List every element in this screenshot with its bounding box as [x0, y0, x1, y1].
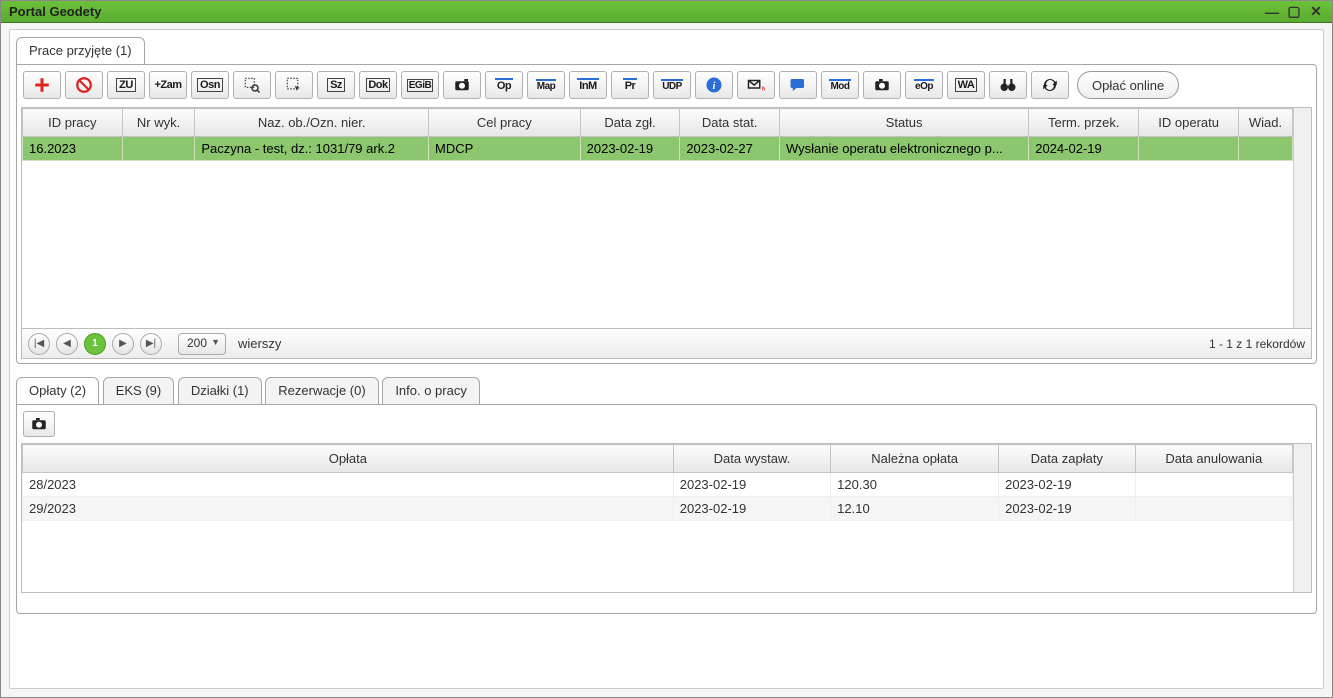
- page-size-select[interactable]: 200: [178, 333, 226, 355]
- tab-prace-przyjete[interactable]: Prace przyjęte (1): [16, 37, 145, 64]
- page-first-button[interactable]: |◀: [28, 333, 50, 355]
- tab-info[interactable]: Info. o pracy: [382, 377, 480, 404]
- toolbar: ZU +Zam Osn Sz Dok EGiB Op Map InM Pr UD…: [21, 69, 1312, 101]
- col-term[interactable]: Term. przek.: [1029, 109, 1139, 137]
- grid-header-row: ID pracy Nr wyk. Naz. ob./Ozn. nier. Cel…: [23, 109, 1293, 137]
- zam-button[interactable]: +Zam: [149, 71, 187, 99]
- table-row[interactable]: 16.2023 Paczyna - test, dz.: 1031/79 ark…: [23, 137, 1293, 161]
- chat-button[interactable]: [779, 71, 817, 99]
- col-wiad[interactable]: Wiad.: [1238, 109, 1292, 137]
- egib-button[interactable]: EGiB: [401, 71, 439, 99]
- col-stat[interactable]: Data stat.: [680, 109, 780, 137]
- sub-camera-button[interactable]: [23, 411, 55, 437]
- add-button[interactable]: [23, 71, 61, 99]
- tab-eks[interactable]: EKS (9): [103, 377, 175, 404]
- tab-dzialki[interactable]: Działki (1): [178, 377, 262, 404]
- zu-button[interactable]: ZU: [107, 71, 145, 99]
- maximize-button[interactable]: ▢: [1286, 4, 1302, 20]
- eop-button[interactable]: eOp: [905, 71, 943, 99]
- table-row[interactable]: 29/20232023-02-1912.102023-02-19: [23, 497, 1293, 521]
- wa-button[interactable]: WA: [947, 71, 985, 99]
- scol-nalezna[interactable]: Należna opłata: [831, 445, 999, 473]
- col-oper[interactable]: ID operatu: [1139, 109, 1239, 137]
- page-next-button[interactable]: ▶: [112, 333, 134, 355]
- sz-button[interactable]: Sz: [317, 71, 355, 99]
- close-button[interactable]: ✕: [1308, 4, 1324, 20]
- sub-grid: Opłata Data wystaw. Należna opłata Data …: [21, 443, 1312, 593]
- main-panel: ZU +Zam Osn Sz Dok EGiB Op Map InM Pr UD…: [16, 64, 1317, 364]
- table-row[interactable]: 28/20232023-02-19120.302023-02-19: [23, 473, 1293, 497]
- page-last-button[interactable]: ▶|: [140, 333, 162, 355]
- sub-grid-header: Opłata Data wystaw. Należna opłata Data …: [23, 445, 1293, 473]
- scol-anul[interactable]: Data anulowania: [1135, 445, 1292, 473]
- svg-text:NEW: NEW: [762, 86, 765, 92]
- cancel-button[interactable]: [65, 71, 103, 99]
- col-status[interactable]: Status: [780, 109, 1029, 137]
- pr-button[interactable]: Pr: [611, 71, 649, 99]
- col-id[interactable]: ID pracy: [23, 109, 123, 137]
- scol-zaplaty[interactable]: Data zapłaty: [999, 445, 1135, 473]
- mail-new-button[interactable]: NEW: [737, 71, 775, 99]
- camera-button[interactable]: [443, 71, 481, 99]
- pager-summary: 1 - 1 z 1 rekordów: [1209, 337, 1305, 351]
- sub-grid-scrollbar[interactable]: [1293, 444, 1311, 592]
- page-prev-button[interactable]: ◀: [56, 333, 78, 355]
- main-tabstrip: Prace przyjęte (1): [16, 36, 1317, 64]
- inm-button[interactable]: InM: [569, 71, 607, 99]
- op-button[interactable]: Op: [485, 71, 523, 99]
- camera2-button[interactable]: [863, 71, 901, 99]
- col-cel[interactable]: Cel pracy: [429, 109, 581, 137]
- refresh-button[interactable]: [1031, 71, 1069, 99]
- binoculars-button[interactable]: [989, 71, 1027, 99]
- mod-button[interactable]: Mod: [821, 71, 859, 99]
- minimize-button[interactable]: —: [1264, 4, 1280, 20]
- tab-oplaty[interactable]: Opłaty (2): [16, 377, 99, 404]
- main-grid: ID pracy Nr wyk. Naz. ob./Ozn. nier. Cel…: [21, 107, 1312, 329]
- page-current[interactable]: 1: [84, 333, 106, 355]
- svg-text:i: i: [713, 81, 716, 92]
- sub-toolbar: [21, 409, 1312, 439]
- col-naz[interactable]: Naz. ob./Ozn. nier.: [195, 109, 429, 137]
- pager: |◀ ◀ 1 ▶ ▶| 200 wierszy 1 - 1 z 1 rekord…: [21, 329, 1312, 359]
- grid-scrollbar[interactable]: [1293, 108, 1311, 328]
- tab-rezerwacje[interactable]: Rezerwacje (0): [265, 377, 378, 404]
- dok-button[interactable]: Dok: [359, 71, 397, 99]
- scol-wystaw[interactable]: Data wystaw.: [673, 445, 830, 473]
- pay-online-button[interactable]: Opłać online: [1077, 71, 1179, 99]
- titlebar: Portal Geodety — ▢ ✕: [1, 1, 1332, 23]
- select-area-button[interactable]: [275, 71, 313, 99]
- info-button[interactable]: i: [695, 71, 733, 99]
- osn-button[interactable]: Osn: [191, 71, 229, 99]
- content-area: Prace przyjęte (1) ZU +Zam Osn Sz Dok EG…: [9, 29, 1324, 689]
- sub-panel: Opłata Data wystaw. Należna opłata Data …: [16, 404, 1317, 614]
- map-button[interactable]: Map: [527, 71, 565, 99]
- scol-oplata[interactable]: Opłata: [23, 445, 674, 473]
- sub-tabstrip: Opłaty (2) EKS (9) Działki (1) Rezerwacj…: [16, 376, 1317, 404]
- zoom-area-button[interactable]: [233, 71, 271, 99]
- udp-button[interactable]: UDP: [653, 71, 691, 99]
- col-zgl[interactable]: Data zgł.: [580, 109, 680, 137]
- rows-label: wierszy: [238, 336, 281, 351]
- col-nrwyk[interactable]: Nr wyk.: [122, 109, 195, 137]
- window-title: Portal Geodety: [9, 4, 101, 19]
